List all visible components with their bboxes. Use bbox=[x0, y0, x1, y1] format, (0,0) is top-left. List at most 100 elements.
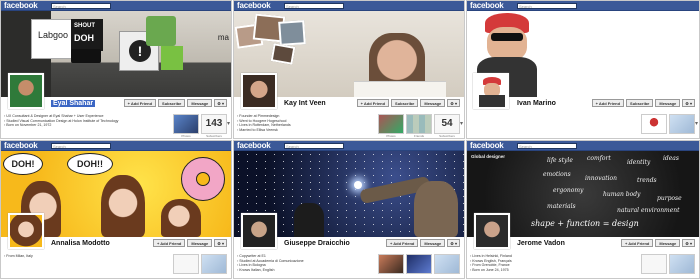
facebook-logo[interactable]: facebook bbox=[4, 1, 38, 11]
sunglasses bbox=[491, 33, 523, 41]
message-button[interactable]: Message bbox=[655, 239, 681, 247]
cover-text: SHOUT bbox=[74, 23, 95, 29]
tile-label: Subscribers bbox=[206, 134, 222, 138]
facebook-logo[interactable]: facebook bbox=[470, 1, 504, 11]
message-button[interactable]: Message bbox=[420, 239, 446, 247]
info-row: Married to Ellisa Veensk bbox=[237, 128, 357, 133]
subscriber-count: 143 bbox=[205, 118, 223, 129]
chalk-word: materials bbox=[547, 203, 576, 210]
profile-panel-ivan: facebook Search Ivan Marino + Add Friend… bbox=[466, 0, 700, 139]
profile-name[interactable]: Jerome Vadon bbox=[517, 240, 565, 247]
profile-tiles bbox=[173, 254, 227, 274]
profile-info: From Milan, Italy bbox=[4, 254, 124, 259]
gear-menu-button[interactable]: ⚙ ▾ bbox=[447, 99, 460, 107]
facebook-logo[interactable]: facebook bbox=[470, 141, 504, 151]
subscribers-tile[interactable]: 54 bbox=[434, 114, 460, 134]
message-button[interactable]: Message bbox=[187, 239, 213, 247]
subscribe-button[interactable]: Subscribe bbox=[158, 99, 186, 107]
search-input[interactable]: Search bbox=[284, 3, 344, 9]
add-friend-button[interactable]: + Add Friend bbox=[123, 99, 157, 107]
green-card bbox=[146, 16, 176, 46]
search-input[interactable]: Search bbox=[284, 143, 344, 149]
silhouette bbox=[294, 203, 324, 237]
profile-name[interactable]: Kay Int Veen bbox=[284, 100, 326, 107]
map-tile[interactable] bbox=[669, 254, 695, 274]
map-tile[interactable] bbox=[434, 254, 460, 274]
profile-panel-kay: facebook Search Kay Int Veen + Add Frien… bbox=[233, 0, 465, 139]
add-friend-button[interactable]: + Add Friend bbox=[152, 239, 186, 247]
cover-text: DOH bbox=[74, 33, 94, 43]
info-row: Knows Italian, English bbox=[237, 268, 357, 273]
chalk-word: ergonomy bbox=[553, 187, 584, 194]
profile-panel-annalisa: facebook Search DOH! DOH!! Annalisa Modo… bbox=[0, 140, 232, 279]
profile-name[interactable]: Ivan Marino bbox=[517, 100, 556, 107]
photos-tile[interactable] bbox=[378, 114, 404, 134]
photos-tile[interactable] bbox=[378, 254, 404, 274]
tile-label: Subscribers bbox=[439, 134, 455, 138]
search-input[interactable]: Search bbox=[51, 3, 111, 9]
camera-object bbox=[71, 49, 101, 63]
subscribe-button[interactable]: Subscribe bbox=[391, 99, 419, 107]
add-friend-button[interactable]: + Add Friend bbox=[620, 239, 654, 247]
avatar[interactable] bbox=[474, 213, 510, 249]
chevron-down-icon[interactable]: ▾ bbox=[460, 120, 464, 128]
map-tile[interactable] bbox=[669, 114, 695, 134]
chalk-word: life style bbox=[547, 157, 573, 164]
gear-menu-button[interactable]: ⚙ ▾ bbox=[214, 239, 227, 247]
subscriber-count: 54 bbox=[441, 118, 453, 129]
info-row: Born on November 21, 1972 bbox=[4, 123, 124, 128]
photos-tile[interactable] bbox=[173, 254, 199, 274]
add-friend-button[interactable]: + Add Friend bbox=[591, 99, 625, 107]
avatar[interactable] bbox=[241, 73, 277, 109]
tile-labels: Photos Friends Subscribers bbox=[378, 134, 460, 138]
friends-tile[interactable] bbox=[406, 114, 432, 134]
profile-panel-giuseppe: facebook Search Giuseppe Draicchio + Add… bbox=[233, 140, 465, 279]
avatar[interactable] bbox=[8, 213, 44, 249]
add-friend-button[interactable]: + Add Friend bbox=[356, 99, 390, 107]
photos-tile[interactable] bbox=[641, 254, 667, 274]
profile-info: Copywriter at E1 Studied at Accademia di… bbox=[237, 254, 357, 272]
add-friend-button[interactable]: + Add Friend bbox=[385, 239, 419, 247]
info-row: From Milan, Italy bbox=[4, 254, 124, 259]
subscribe-button[interactable]: Subscribe bbox=[626, 99, 654, 107]
search-input[interactable]: Search bbox=[517, 143, 577, 149]
message-button[interactable]: Message bbox=[187, 99, 213, 107]
message-button[interactable]: Message bbox=[420, 99, 446, 107]
map-tile[interactable] bbox=[201, 254, 227, 274]
gear-menu-button[interactable]: ⚙ ▾ bbox=[214, 99, 227, 107]
profile-name[interactable]: Eyal Shahar bbox=[51, 100, 96, 107]
avatar[interactable] bbox=[8, 73, 44, 109]
facebook-logo[interactable]: facebook bbox=[237, 1, 271, 11]
info-row: Born on June 24, 1975 bbox=[470, 268, 590, 273]
photos-tile[interactable] bbox=[641, 114, 667, 134]
action-buttons: + Add Friend Subscribe Message ⚙ ▾ bbox=[123, 99, 227, 107]
facebook-top-bar: facebook Search bbox=[234, 1, 464, 11]
chevron-down-icon[interactable]: ▾ bbox=[695, 120, 699, 128]
profile-name[interactable]: Annalisa Modotto bbox=[51, 240, 110, 247]
gear-menu-button[interactable]: ⚙ ▾ bbox=[682, 99, 695, 107]
message-button[interactable]: Message bbox=[655, 99, 681, 107]
profile-tiles bbox=[641, 254, 695, 274]
profile-name[interactable]: Giuseppe Draicchio bbox=[284, 240, 350, 247]
chalk-word: human body bbox=[603, 191, 641, 198]
facebook-logo[interactable]: facebook bbox=[4, 141, 38, 151]
chalk-word: comfort bbox=[587, 155, 611, 162]
facebook-logo[interactable]: facebook bbox=[237, 141, 271, 151]
friends-tile[interactable] bbox=[406, 254, 432, 274]
search-input[interactable]: Search bbox=[517, 3, 577, 9]
subscribers-tile[interactable]: 143 bbox=[201, 114, 227, 134]
photos-tile[interactable] bbox=[173, 114, 199, 134]
chalk-word: purpose bbox=[657, 195, 682, 202]
avatar[interactable] bbox=[241, 213, 277, 249]
green-block bbox=[161, 46, 183, 70]
search-input[interactable]: Search bbox=[51, 143, 111, 149]
thought-bubble: DOH!! bbox=[67, 153, 113, 175]
gear-menu-button[interactable]: ⚙ ▾ bbox=[447, 239, 460, 247]
alien-figure bbox=[414, 181, 458, 237]
gear-menu-button[interactable]: ⚙ ▾ bbox=[682, 239, 695, 247]
chalk-word: identity bbox=[627, 159, 651, 166]
chevron-down-icon[interactable]: ▾ bbox=[227, 120, 231, 128]
girl-illustration bbox=[161, 199, 201, 237]
avatar[interactable] bbox=[473, 73, 509, 109]
profile-tiles: 54 bbox=[378, 114, 460, 134]
